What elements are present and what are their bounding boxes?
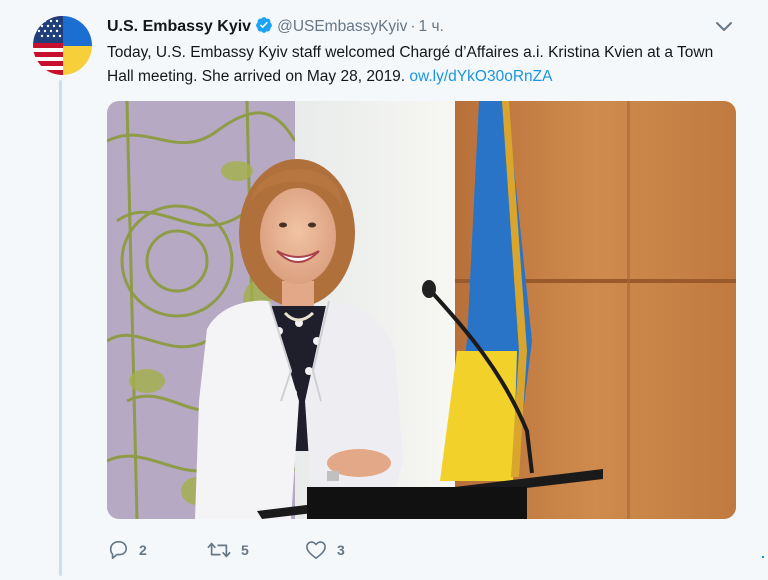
verified-badge-icon xyxy=(255,16,273,40)
separator-dot: · xyxy=(410,18,416,35)
retweet-button[interactable]: 5 xyxy=(207,540,305,560)
tweet-timestamp[interactable]: 1 ч. xyxy=(419,18,444,35)
like-button[interactable]: 3 xyxy=(305,540,405,560)
author-handle[interactable]: @USEmbassyKyiv xyxy=(277,18,407,35)
like-count: 3 xyxy=(337,542,345,558)
retweet-icon xyxy=(207,542,231,558)
tweet-text: Today, U.S. Embassy Kyiv staff welcomed … xyxy=(107,41,727,89)
thread-line xyxy=(59,80,62,576)
tweet-actions: 2 5 3 xyxy=(107,538,405,562)
chevron-down-icon[interactable] xyxy=(715,20,733,34)
author-name[interactable]: U.S. Embassy Kyiv xyxy=(107,18,251,35)
reply-button[interactable]: 2 xyxy=(107,540,207,560)
tweet-header: U.S. Embassy Kyiv @USEmbassyKyiv · 1 ч. xyxy=(107,16,728,40)
reply-count: 2 xyxy=(139,542,147,558)
avatar[interactable] xyxy=(33,16,92,75)
tweet-link[interactable]: ow.ly/dYkO30oRnZA xyxy=(409,68,552,85)
tweet-photo[interactable] xyxy=(107,101,736,519)
retweet-count: 5 xyxy=(241,542,249,558)
reply-icon xyxy=(109,541,127,559)
heart-icon xyxy=(306,541,326,559)
edge-marker xyxy=(762,556,764,558)
